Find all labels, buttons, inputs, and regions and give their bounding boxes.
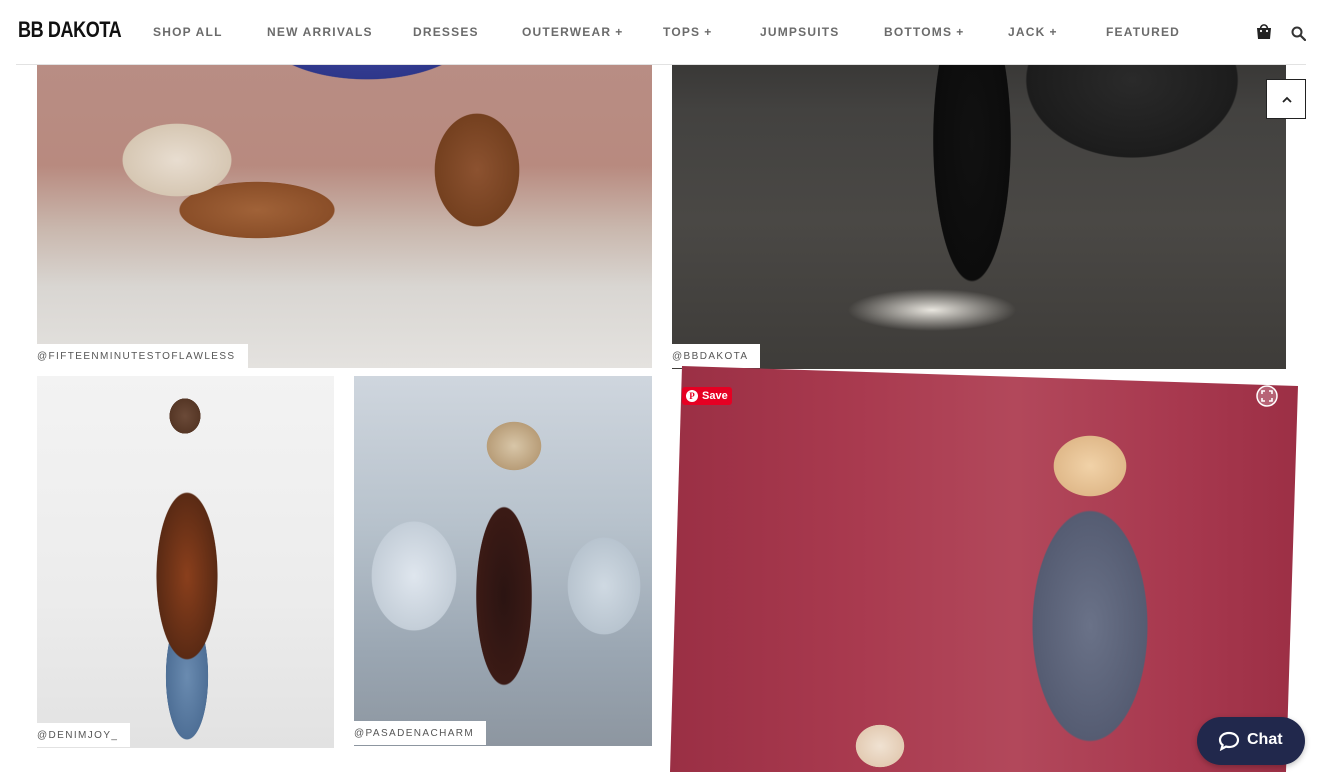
photo-credit[interactable]: @DENIMJOY_	[37, 723, 131, 747]
expand-plus-icon: +	[704, 25, 713, 39]
expand-plus-icon: +	[956, 25, 965, 39]
nav-item-featured[interactable]: FEATURED	[1106, 25, 1180, 39]
nav-label: DRESSES	[413, 25, 479, 39]
pinterest-save-label: Save	[702, 390, 728, 402]
nav-label: BOTTOMS	[884, 25, 953, 39]
gallery-photo[interactable]	[37, 376, 334, 748]
nav-label: OUTERWEAR	[522, 25, 612, 39]
nav-item-new-arrivals[interactable]: NEW ARRIVALS	[267, 25, 373, 39]
header-divider	[16, 64, 1306, 65]
gallery-photo[interactable]	[670, 366, 1298, 772]
gallery-photo[interactable]	[354, 376, 652, 746]
nav-item-bottoms[interactable]: BOTTOMS +	[884, 25, 964, 39]
pinterest-icon: P	[686, 390, 698, 402]
photo-credit[interactable]: @PASADENACHARM	[354, 721, 487, 745]
brand-logo[interactable]: BB DAKOTA	[18, 17, 122, 43]
nav-label: NEW ARRIVALS	[267, 25, 373, 39]
chevron-up-icon	[1282, 96, 1292, 103]
photo-credit[interactable]: @BBDAKOTA	[672, 344, 761, 368]
chat-button[interactable]: Chat	[1197, 717, 1305, 765]
back-to-top-button[interactable]	[1266, 79, 1306, 119]
nav-item-dresses[interactable]: DRESSES	[413, 25, 479, 39]
nav-label: SHOP ALL	[153, 25, 223, 39]
nav-label: JUMPSUITS	[760, 25, 840, 39]
nav-item-shop-all[interactable]: SHOP ALL	[153, 25, 223, 39]
photo-credit[interactable]: @FIFTEENMINUTESTOFLAWLESS	[37, 344, 248, 368]
nav-item-jack[interactable]: JACK +	[1008, 25, 1058, 39]
pinterest-save-button[interactable]: P Save	[682, 387, 732, 405]
nav-item-jumpsuits[interactable]: JUMPSUITS	[760, 25, 839, 39]
nav-item-tops[interactable]: TOPS +	[663, 25, 712, 39]
nav-label: JACK	[1008, 25, 1046, 39]
nav-label: FEATURED	[1106, 25, 1181, 39]
chat-bubble-icon	[1218, 731, 1240, 751]
main-nav: SHOP ALL NEW ARRIVALS DRESSES OUTERWEAR +…	[153, 25, 1183, 41]
chat-label: Chat	[1247, 731, 1283, 748]
search-icon[interactable]	[1291, 26, 1307, 42]
nav-item-outerwear[interactable]: OUTERWEAR +	[522, 25, 623, 39]
nav-label: TOPS	[663, 25, 701, 39]
expand-plus-icon: +	[615, 25, 624, 39]
expand-icon[interactable]	[1256, 385, 1278, 407]
shopping-bag-icon[interactable]	[1255, 22, 1273, 40]
site-header: BB DAKOTA SHOP ALL NEW ARRIVALS DRESSES …	[0, 0, 1318, 64]
expand-plus-icon: +	[1049, 25, 1058, 39]
